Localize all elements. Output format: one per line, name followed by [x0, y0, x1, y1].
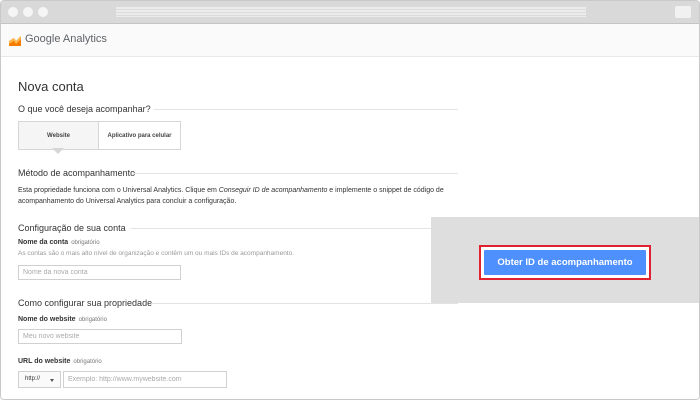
tab-mobile-app[interactable]: Aplicativo para celular: [99, 122, 180, 149]
window-close-dot[interactable]: [8, 7, 18, 17]
tracking-question: O que você deseja acompanhar?: [18, 104, 151, 114]
property-section-title: Como configurar sua propriedade: [18, 298, 153, 308]
website-name-label: Nome do website obrigatório: [18, 316, 107, 323]
selected-indicator: [52, 148, 64, 154]
website-url-input[interactable]: [63, 371, 227, 388]
browser-window: Google Analytics Nova conta O que você d…: [0, 0, 700, 400]
account-name-input[interactable]: [18, 265, 181, 280]
required-tag: obrigatório: [73, 359, 102, 365]
required-tag: obrigatório: [71, 240, 100, 246]
required-tag: obrigatório: [78, 317, 107, 323]
website-name-input[interactable]: [18, 329, 182, 344]
browser-chrome: [1, 1, 699, 24]
section-divider: [131, 228, 458, 229]
method-description: Esta propriedade funciona com o Universa…: [18, 187, 444, 205]
app-header: Google Analytics: [1, 24, 699, 57]
window-maximize-dot[interactable]: [38, 7, 48, 17]
method-link-text: Conseguir ID de acompanhamento: [218, 187, 328, 194]
address-bar[interactable]: [116, 7, 586, 17]
protocol-value: http://: [25, 376, 41, 382]
website-url-label: URL do website obrigatório: [18, 358, 102, 365]
highlight-panel: Obter ID de acompanhamento: [431, 217, 699, 303]
account-name-label: Nome da conta obrigatório: [18, 239, 100, 246]
section-divider: [151, 303, 458, 304]
section-divider: [154, 109, 458, 110]
tracking-type-selector: Website Aplicativo para celular: [18, 121, 181, 150]
section-divider: [134, 173, 458, 174]
get-tracking-id-button[interactable]: Obter ID de acompanhamento: [484, 250, 646, 275]
account-section-title: Configuração de sua conta: [18, 223, 126, 233]
account-hint: As contas são o mais alto nível de organ…: [18, 250, 295, 257]
app-brand: Google Analytics: [25, 33, 107, 45]
window-minimize-dot[interactable]: [23, 7, 33, 17]
chevron-down-icon: [50, 379, 54, 382]
protocol-select[interactable]: http://: [18, 371, 61, 388]
method-title: Método de acompanhamento: [18, 168, 136, 178]
page-title: Nova conta: [18, 79, 84, 94]
cta-highlight-frame: Obter ID de acompanhamento: [479, 245, 651, 280]
browser-menu-button[interactable]: [675, 6, 691, 18]
google-analytics-logo-icon: [9, 36, 21, 46]
tab-website[interactable]: Website: [19, 122, 99, 149]
